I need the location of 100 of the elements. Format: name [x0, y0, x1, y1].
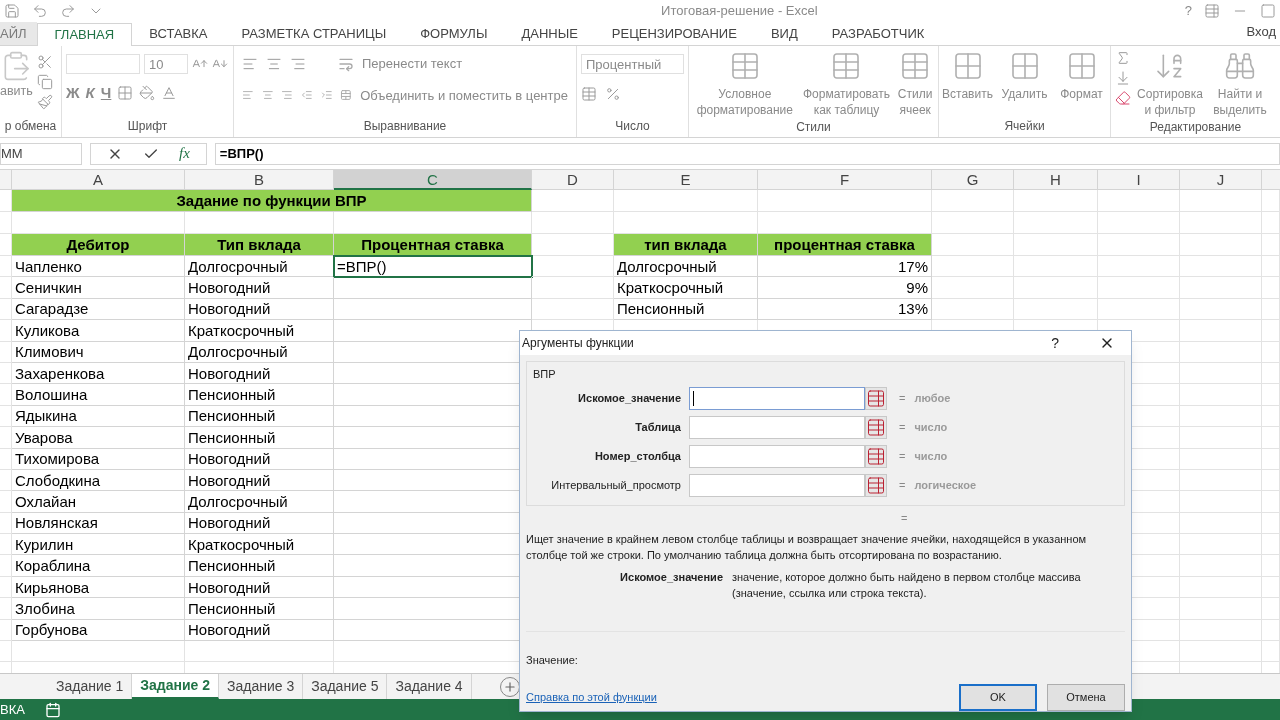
table-cell: Краткосрочный [185, 534, 334, 556]
help-button[interactable]: ? [1184, 1, 1192, 21]
help-button[interactable]: ? [1051, 332, 1059, 354]
table-cell: Новогодний [185, 298, 334, 321]
table-cell: Пенсионный [185, 427, 334, 449]
table-cell: Пенсионный [185, 555, 334, 577]
table-cell: Климович [12, 341, 185, 363]
ribbon-button[interactable]: Удалить [997, 50, 1052, 102]
table-cell: Долгосрочный [185, 256, 334, 278]
dialog-title: Аргументы функции [522, 335, 635, 352]
ribbon-tab[interactable]: ДАННЫЕ [504, 22, 595, 45]
argument-label: Таблица [634, 419, 682, 435]
column-header: Процентная ставка [334, 234, 532, 256]
group-label: Число [614, 118, 651, 135]
window-title: Итоговая-решение - Excel [660, 2, 819, 21]
table-cell: Новогодний [185, 277, 334, 299]
table-cell: 9% [758, 277, 932, 299]
equals-sign: = [901, 510, 908, 526]
table-cell: Слободкина [12, 469, 185, 492]
ribbon-button[interactable]: Стили ячеек [893, 50, 938, 118]
table-cell: 17% [758, 256, 932, 278]
column-letter[interactable]: C [334, 170, 532, 190]
ribbon-button[interactable]: Условное форматирование [689, 50, 800, 118]
name-box[interactable]: ММ [0, 142, 82, 165]
table-cell: Кораблина [12, 555, 185, 577]
table-cell: Новогодний [185, 469, 334, 492]
argument-label: Интервальный_просмотр [550, 477, 682, 493]
ribbon-tab[interactable]: ВСТАВКА [132, 22, 225, 45]
argument-description: значение, которое должно быть найдено в первом столбце массива (значение, ссылка или строка текста). [732, 570, 1082, 601]
ribbon-button[interactable]: Вставить [940, 50, 995, 102]
table-cell: Краткосрочный [185, 320, 334, 342]
column-letter[interactable]: I [1098, 170, 1180, 190]
table-cell[interactable]: =ВПР() [334, 256, 532, 278]
argument-type: число [914, 419, 948, 435]
column-header: процентная ставка [758, 234, 932, 256]
table-cell: Краткосрочный [614, 277, 758, 299]
ribbon-tab[interactable]: РАЗРАБОТЧИК [814, 22, 942, 45]
column-letter[interactable]: H [1014, 170, 1098, 190]
table-cell: Тихомирова [12, 448, 185, 470]
equals-sign: = [899, 477, 906, 493]
group-label: Ячейки [1003, 118, 1046, 135]
table-cell: Куликова [12, 320, 185, 342]
equals-sign: = [899, 390, 906, 406]
status-text: ВКА [0, 701, 25, 720]
group-label: Стили [795, 119, 832, 136]
ribbon-button[interactable]: Формат [1054, 50, 1109, 102]
column-header: Тип вклада [185, 234, 334, 256]
column-letter[interactable]: J [1180, 170, 1262, 190]
table-cell: Сеничкин [12, 277, 185, 299]
table-cell: Новогодний [185, 512, 334, 535]
table-cell: Пенсионный [185, 598, 334, 620]
column-letter[interactable]: F [758, 170, 932, 190]
table-cell: Пенсионный [185, 405, 334, 428]
table-cell: Долгосрочный [614, 256, 758, 278]
table-cell: 13% [758, 298, 932, 321]
table-cell: Горбунова [12, 619, 185, 642]
font-size-field[interactable]: 10 [144, 54, 188, 74]
column-letter[interactable]: D [532, 170, 614, 190]
group-label: Выравнивание [362, 118, 448, 135]
column-header: Дебитор [12, 234, 185, 256]
dialog-button[interactable]: Отмена [1047, 683, 1125, 711]
paste-button[interactable]: авить [0, 82, 33, 101]
table-cell: Уварова [12, 427, 185, 449]
argument-type: число [914, 448, 948, 464]
help-link[interactable]: Справка по этой функции [526, 688, 949, 706]
table-cell: Новогодний [185, 576, 334, 599]
ribbon-tab[interactable]: ГЛАВНАЯ [36, 23, 133, 46]
ribbon-tab[interactable]: АЙЛ [0, 22, 37, 45]
number-format-dropdown[interactable]: Процентный [581, 54, 684, 74]
table-cell: Кирьянова [12, 576, 185, 599]
table-cell: Охлайан [12, 491, 185, 513]
argument-type: логическое [914, 477, 977, 493]
ribbon-tab[interactable]: РЕЦЕНЗИРОВАНИЕ [594, 22, 754, 45]
ribbon-tab[interactable]: ФОРМУЛЫ [403, 22, 505, 45]
column-header: тип вклада [614, 234, 758, 256]
wrap-text-button[interactable]: Перенести текст [362, 54, 463, 74]
table-cell: Чапленко [12, 256, 185, 278]
function-name: ВПР [532, 367, 557, 382]
table-cell: Сагарадзе [12, 298, 185, 321]
ribbon-tab[interactable]: ВИД [753, 22, 815, 45]
dialog-button[interactable]: OK [959, 683, 1037, 711]
ribbon-button[interactable]: Форматировать как таблицу [801, 50, 892, 118]
table-cell: Новогодний [185, 619, 334, 642]
table-cell: Курилин [12, 534, 185, 556]
equals-sign: = [899, 419, 906, 435]
sign-in-link[interactable]: Вход [1246, 21, 1280, 45]
sheet-title: Задание по функции ВПР [176, 193, 367, 208]
column-letter[interactable]: E [614, 170, 758, 190]
argument-name: Искомое_значение [619, 570, 724, 585]
sheet-tab[interactable]: Задание 2 [132, 674, 219, 699]
argument-label: Искомое_значение [577, 390, 682, 406]
table-cell: Захаренкова [12, 362, 185, 385]
table-cell: Долгосрочный [185, 341, 334, 363]
insert-function-button[interactable]: fx [179, 142, 190, 165]
merge-button[interactable]: Объединить и поместить в центре [360, 85, 568, 105]
formula-field[interactable]: =ВПР() [214, 142, 1280, 165]
ribbon-button[interactable]: Найти и выделить [1209, 50, 1271, 118]
column-letter[interactable]: G [932, 170, 1014, 190]
ribbon-tab[interactable]: РАЗМЕТКА СТРАНИЦЫ [224, 22, 404, 45]
ribbon-button[interactable]: Сортировка и фильтр [1135, 50, 1205, 118]
